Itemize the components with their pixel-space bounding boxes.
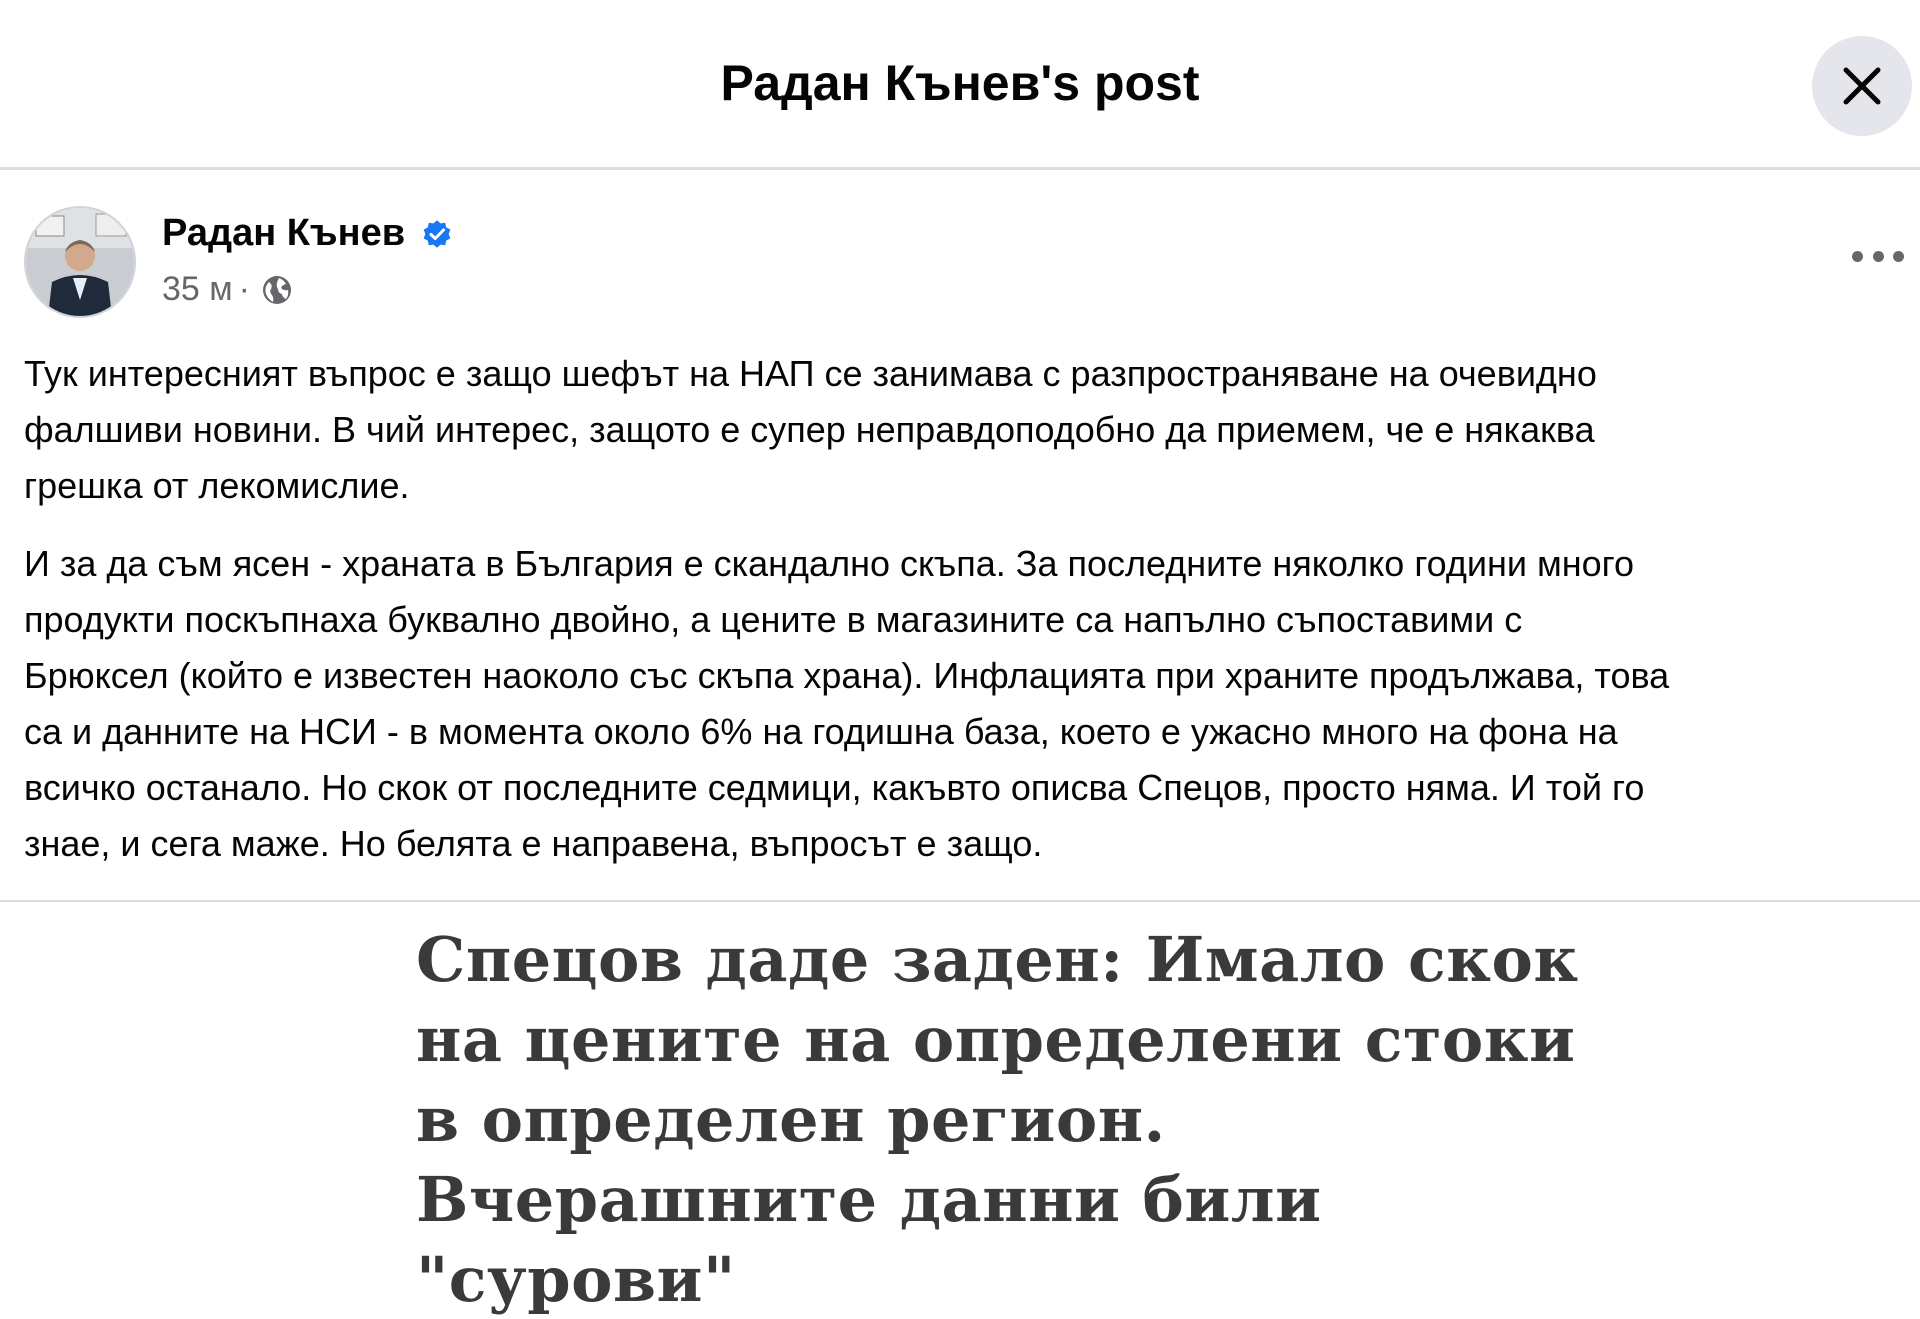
more-options-icon-dot: [1872, 250, 1884, 262]
post-paragraph: Тук интересният въпрос е защо шефът на Н…: [24, 353, 1597, 506]
author-name-row: Радан Кънев: [162, 212, 453, 255]
post-meta: 35 м ·: [162, 270, 294, 309]
close-icon: [1843, 67, 1881, 105]
more-options-button[interactable]: [1852, 240, 1904, 272]
author-name[interactable]: Радан Кънев: [162, 212, 405, 255]
meta-separator: ·: [238, 270, 250, 308]
more-options-icon-dot: [1893, 250, 1904, 262]
post-text: Тук интересният въпрос е защо шефът на Н…: [24, 346, 1904, 894]
post-dialog: Радан Кънев's post Радан Кънев 35 м · Ту…: [0, 0, 1920, 1319]
verified-badge-icon: [423, 219, 451, 248]
attached-image[interactable]: Спецов даде заден: Имало скок на цените …: [0, 902, 1920, 1319]
avatar-image: [26, 208, 134, 316]
globe-icon[interactable]: [260, 273, 294, 307]
dialog-header: Радан Кънев's post: [0, 0, 1920, 170]
post-time[interactable]: 35 м: [162, 270, 233, 309]
more-options-icon: [1852, 250, 1863, 262]
close-button[interactable]: [1812, 36, 1912, 136]
attachment-headline: Спецов даде заден: Имало скок на цените …: [416, 923, 1579, 1316]
author-avatar[interactable]: [24, 206, 136, 318]
dialog-title: Радан Кънев's post: [720, 55, 1200, 111]
post-paragraph: И за да съм ясен - храната в България е …: [24, 543, 1670, 864]
